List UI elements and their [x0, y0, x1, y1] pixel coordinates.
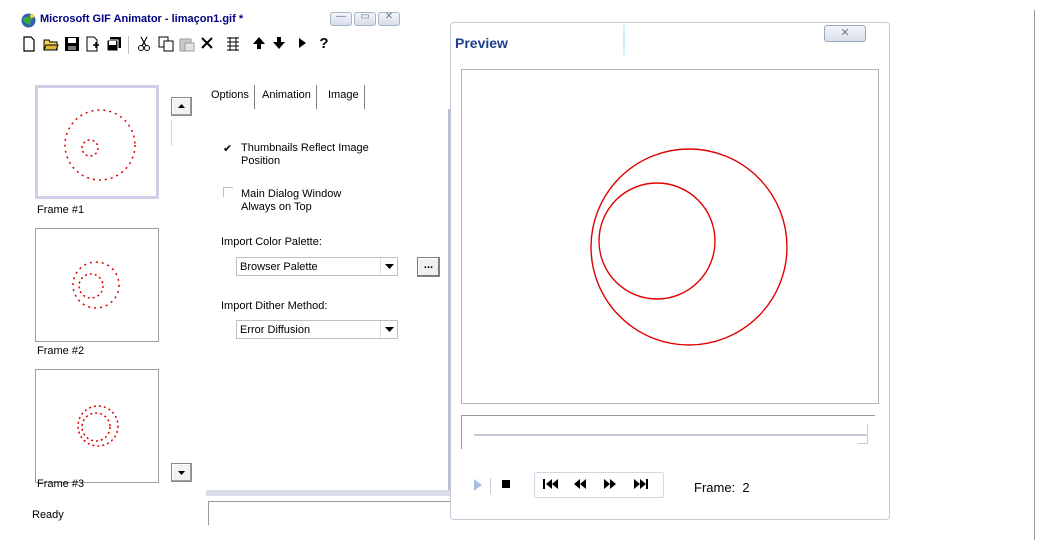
move-up-icon[interactable]: [250, 34, 270, 54]
preview-window: Preview ✕ Frame: 2: [450, 22, 890, 520]
toolbar-separator: [128, 36, 129, 54]
options-panel: Options Animation Image ✔ Thumbnails Ref…: [206, 85, 450, 491]
save-icon[interactable]: [62, 34, 82, 54]
window-title: Microsoft GIF Animator - limaçon1.gif *: [40, 13, 244, 25]
help-icon[interactable]: ?: [314, 34, 334, 54]
previous-frame-icon: [574, 479, 586, 489]
frame-thumbnail-1[interactable]: [35, 85, 159, 199]
delete-icon[interactable]: [198, 34, 218, 54]
status-field: [208, 501, 450, 525]
open-folder-icon[interactable]: [41, 34, 61, 54]
always-on-top-label-line2: Always on Top: [241, 201, 312, 213]
frame-label-3: Frame #3: [37, 478, 85, 490]
next-frame-button[interactable]: [599, 473, 621, 495]
import-dither-select[interactable]: Error Diffusion: [236, 320, 398, 339]
preview-title: Preview: [455, 35, 508, 51]
frame-indicator-value: 2: [742, 480, 750, 495]
right-border: [1034, 10, 1035, 540]
previous-frame-button[interactable]: [569, 473, 591, 495]
import-dither-value: Error Diffusion: [240, 324, 311, 336]
preview-canvas: [461, 69, 879, 404]
stop-icon: [502, 480, 510, 488]
limacon-inner-loop: [598, 182, 716, 300]
scroll-down-button[interactable]: [171, 463, 192, 482]
thumbnails-reflect-checkbox[interactable]: ✔: [223, 144, 233, 155]
import-dither-label: Import Dither Method:: [221, 300, 328, 312]
always-on-top-checkbox[interactable]: [223, 187, 233, 197]
frame-scrubber[interactable]: [461, 415, 875, 449]
scrubber-handle[interactable]: [858, 424, 868, 444]
close-button[interactable]: ✕: [378, 11, 400, 26]
top-border: [0, 0, 1045, 1]
panel-bottom-bar: [206, 490, 450, 496]
cut-icon[interactable]: [135, 34, 155, 54]
copy-icon[interactable]: [156, 34, 176, 54]
tab-animation[interactable]: Animation: [257, 85, 317, 109]
import-palette-select[interactable]: Browser Palette: [236, 257, 398, 276]
import-palette-label: Import Color Palette:: [221, 236, 322, 248]
frame-thumbnail-2[interactable]: [35, 228, 159, 342]
insert-icon[interactable]: [83, 34, 103, 54]
playback-separator: [490, 478, 491, 494]
new-file-icon[interactable]: [20, 34, 40, 54]
chevron-down-icon[interactable]: [380, 258, 397, 275]
gif-animator-window: Microsoft GIF Animator - limaçon1.gif * …: [18, 10, 450, 543]
limacon-outer-loop: [590, 148, 788, 346]
frame-label-1: Frame #1: [37, 204, 85, 216]
toolbar: ?: [18, 34, 450, 60]
last-frame-icon: [634, 479, 648, 489]
last-frame-button[interactable]: [629, 473, 651, 495]
stop-button[interactable]: [496, 473, 518, 495]
play-button[interactable]: [468, 473, 490, 495]
move-down-icon[interactable]: [270, 34, 290, 54]
scroll-up-button[interactable]: [171, 97, 192, 116]
first-frame-button[interactable]: [539, 473, 561, 495]
tab-options[interactable]: Options: [206, 85, 255, 109]
frame-1-preview: [64, 109, 136, 181]
scrollbar-thumb[interactable]: [171, 120, 192, 146]
options-tab-content: ✔ Thumbnails Reflect Image Position Main…: [206, 109, 450, 491]
frame-thumbnail-3[interactable]: [35, 369, 159, 483]
title-bar[interactable]: Microsoft GIF Animator - limaçon1.gif * …: [18, 10, 450, 32]
frame-strip-scrollbar[interactable]: [171, 97, 195, 497]
preview-close-button[interactable]: ✕: [824, 25, 866, 42]
thumbnails-reflect-label-line1: Thumbnails Reflect Image: [241, 142, 369, 154]
tab-image[interactable]: Image: [323, 85, 365, 109]
palette-browse-button[interactable]: ...: [417, 257, 440, 277]
frame-label-2: Frame #2: [37, 345, 85, 357]
paste-icon[interactable]: [177, 34, 197, 54]
play-icon: [474, 479, 482, 491]
first-frame-icon: [543, 479, 558, 489]
select-all-icon[interactable]: [223, 34, 243, 54]
frame-indicator-label: Frame:: [694, 480, 736, 495]
scrubber-track: [474, 434, 868, 436]
minimize-button[interactable]: —: [330, 11, 352, 26]
maximize-button[interactable]: ▭: [354, 11, 376, 26]
always-on-top-label-line1: Main Dialog Window: [241, 188, 342, 200]
thumbnails-reflect-label-line2: Position: [241, 155, 281, 167]
frame-indicator: Frame: 2: [694, 480, 750, 495]
scroll-up-arrow-icon: [178, 104, 185, 108]
import-palette-value: Browser Palette: [240, 261, 318, 273]
chevron-down-icon[interactable]: [380, 321, 397, 338]
status-text: Ready: [32, 509, 64, 521]
limacon-curve: [590, 148, 788, 346]
title-accent-line: [623, 25, 625, 55]
frame-2-preview: [72, 261, 120, 309]
app-globe-icon: [21, 13, 36, 28]
frame-3-preview: [77, 405, 119, 447]
frame-strip: Frame #1 Frame #2 Frame #3: [30, 85, 195, 490]
play-icon[interactable]: [294, 34, 314, 54]
scroll-down-arrow-icon: [178, 471, 185, 475]
next-frame-icon: [604, 479, 616, 489]
save-as-icon[interactable]: [104, 34, 124, 54]
